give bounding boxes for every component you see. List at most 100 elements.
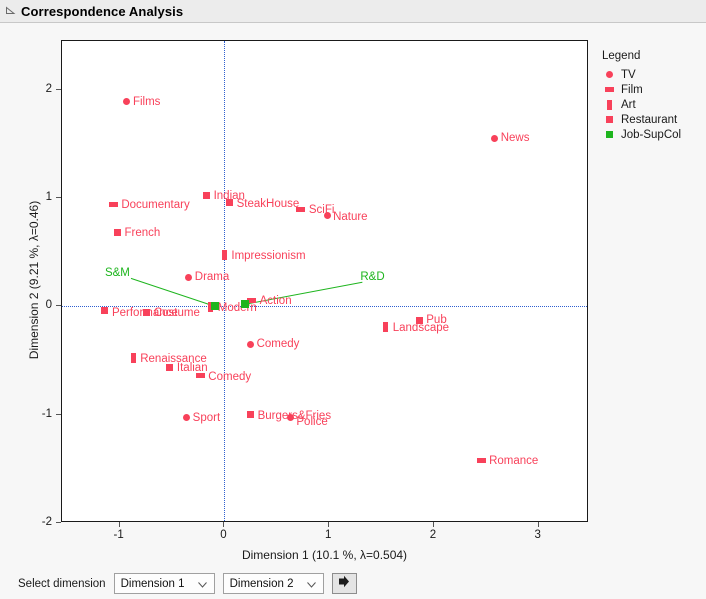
y-axis-tick-label: -2 [41,516,52,528]
data-point-marker[interactable] [415,316,423,324]
legend-item-label: Art [621,98,636,111]
data-point-marker[interactable] [241,300,250,309]
data-point-marker[interactable] [247,340,255,348]
right-arrow-icon [337,575,351,593]
legend-swatch [605,71,613,78]
legend-item-label: Restaurant [621,113,678,126]
triangle-collapse-icon[interactable] [3,3,19,19]
dimension-selector-bar: Select dimension Dimension 1 Dimension 2 [0,568,706,599]
data-point-marker[interactable] [203,192,211,200]
x-axis-tick-label: 3 [534,529,541,541]
data-point-label: Comedy [256,338,300,351]
y-axis-tick [56,522,61,523]
data-point-marker[interactable] [114,229,122,237]
x-axis-tick [223,522,225,527]
dimension-y-dropdown[interactable]: Dimension 2 [222,573,324,594]
data-point-marker[interactable] [166,363,174,371]
chevron-down-icon [197,575,207,593]
legend-item-label: Film [621,83,643,96]
correspondence-analysis-window: Correspondence Analysis Films News Nature D… [0,0,706,599]
data-point-label: Action [259,294,292,307]
data-point-marker[interactable] [143,309,151,317]
y-axis-tick [56,413,61,415]
data-point-label: Costume [153,306,200,319]
vbar-marker-icon [602,99,616,110]
page-title: Correspondence Analysis [21,3,184,19]
legend-item-tv[interactable]: TV [602,67,702,82]
data-point-label: Pub [426,314,447,327]
data-point-label: News [500,132,530,145]
y-axis-tick [56,88,61,90]
data-point-marker[interactable] [130,353,136,364]
data-point-label: Modern [217,302,257,315]
data-point-marker[interactable] [183,414,191,422]
data-point-marker[interactable] [221,250,227,261]
legend-swatch [605,131,613,138]
data-point-marker[interactable] [210,302,219,311]
legend-rows: TV Film Art Restaurant Job-SupCol [602,67,702,142]
y-axis-tick [56,305,61,307]
data-point-marker[interactable] [123,98,131,106]
square-marker-icon [602,116,616,123]
x-axis-tick-label: 0 [220,529,227,541]
data-point-marker[interactable] [491,134,499,142]
square-marker-icon [602,131,616,138]
x-axis-tick [537,522,539,527]
legend-swatch [605,116,613,123]
x-axis-tick [118,522,120,527]
data-point-label: Films [132,95,161,108]
legend-swatch [604,87,614,92]
plot-frame: Films News Nature Drama Comedy Sport Police Doc… [61,40,588,522]
x-axis-tick [432,522,434,527]
data-point-marker[interactable] [476,457,486,463]
dimension-x-value: Dimension 1 [120,577,185,590]
legend-item-film[interactable]: Film [602,82,702,97]
legend: Legend TV Film Art Restaurant Job-SupCol [602,50,702,142]
legend-item-label: Job-SupCol [621,128,682,141]
select-dimension-label: Select dimension [18,577,106,590]
data-point-marker[interactable] [383,321,389,332]
data-point-label: Impressionism [231,250,306,263]
window-title-bar: Correspondence Analysis [0,0,706,23]
hbar-marker-icon [602,87,616,92]
data-point-label: Comedy [208,370,252,383]
x-axis-tick-label: 1 [324,529,332,541]
chevron-down-icon [306,575,316,593]
y-axis-label: Dimension 2 (9.21 %, λ=0.46) [27,200,41,360]
data-point-label: S&M [104,267,130,280]
y-axis-tick-label: 2 [45,82,52,95]
legend-swatch [606,99,612,110]
data-point-label: Italian [176,362,208,375]
legend-item-art[interactable]: Art [602,97,702,112]
data-point-label: Drama [194,271,230,284]
data-point-label: SteakHouse [236,198,300,211]
y-axis-tick [56,197,61,199]
legend-item-job-supcol[interactable]: Job-SupCol [602,127,702,142]
data-point-label: Burgers&Fries [257,409,332,422]
scatter-plot-panel: Films News Nature Drama Comedy Sport Police Doc… [0,23,706,568]
dimension-x-dropdown[interactable]: Dimension 1 [113,573,215,594]
legend-title: Legend [602,50,641,62]
data-point-label: Documentary [121,198,190,211]
supplementary-leader-lines [130,277,363,307]
x-axis-tick-label: 2 [429,529,437,541]
data-point-label: Sport [192,411,221,424]
data-point-label: Nature [333,211,368,224]
data-point-label: French [124,226,161,239]
x-axis-tick [328,522,330,527]
data-point-marker[interactable] [108,202,118,208]
data-point-label: SciFi [308,203,335,216]
data-point-marker[interactable] [247,411,255,419]
data-point-marker[interactable] [185,273,193,281]
x-axis-tick-label: -1 [113,529,124,541]
legend-item-label: TV [621,68,636,81]
circle-marker-icon [602,71,616,78]
apply-dimensions-button[interactable] [331,573,357,594]
x-axis-label: Dimension 1 (10.1 %, λ=0.504) [241,548,408,562]
dimension-y-value: Dimension 2 [229,577,294,590]
data-point-marker[interactable] [226,198,234,206]
data-point-marker[interactable] [101,307,109,315]
data-point-label: Romance [489,455,539,468]
legend-item-restaurant[interactable]: Restaurant [602,112,702,127]
data-point-label: R&D [360,271,385,284]
